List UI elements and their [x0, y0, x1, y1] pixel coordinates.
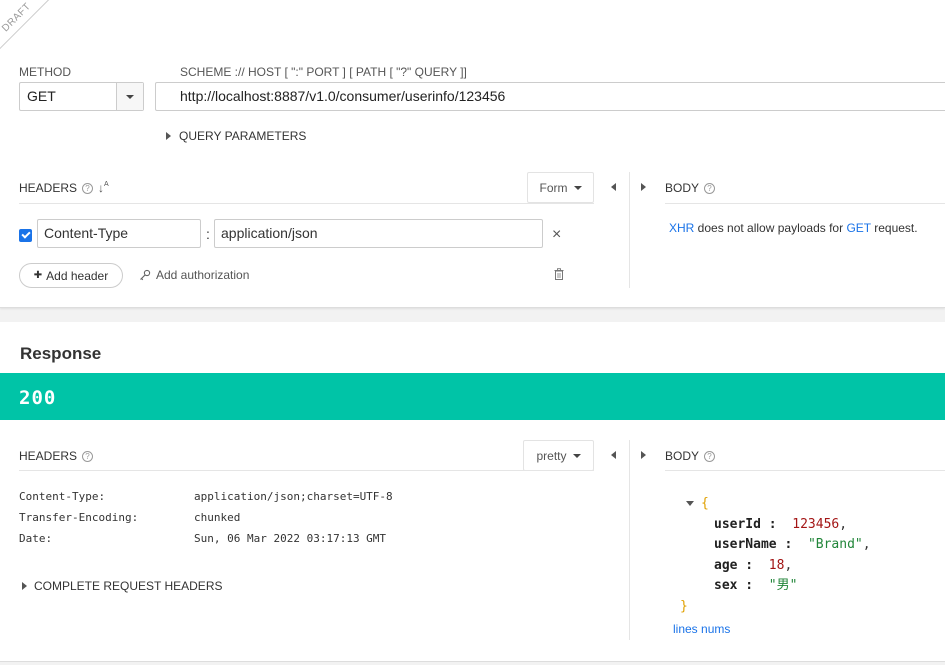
help-icon[interactable]: ?: [704, 450, 716, 462]
response-header-value: Sun, 06 Mar 2022 03:17:13 GMT: [194, 532, 387, 545]
json-value: 123456: [792, 516, 840, 532]
get-link[interactable]: GET: [846, 221, 870, 235]
add-header-button[interactable]: ✚ Add header: [19, 263, 123, 288]
help-icon[interactable]: ?: [82, 450, 94, 462]
request-body-title: BODY ?: [665, 181, 716, 195]
json-key: sex: [714, 578, 738, 593]
expand-arrow-icon: [166, 132, 171, 140]
json-key: age: [714, 557, 738, 573]
body-label: BODY: [665, 449, 700, 463]
headers-editor-mode-select[interactable]: Form: [527, 172, 594, 203]
panel-splitter[interactable]: [629, 440, 630, 640]
json-field: userName : "Brand",: [714, 537, 871, 552]
json-value: 18: [768, 557, 785, 573]
json-comma: ,: [784, 557, 793, 573]
note-end: request.: [870, 221, 918, 235]
json-open-line: {: [686, 494, 871, 515]
plus-icon: ✚: [33, 270, 43, 281]
collapse-right-icon[interactable]: [641, 183, 646, 191]
collapse-right-icon[interactable]: [641, 451, 646, 459]
header-name-input[interactable]: Content-Type: [37, 219, 201, 248]
query-parameters-toggle[interactable]: QUERY PARAMETERS: [166, 129, 306, 143]
response-title: Response: [20, 344, 102, 363]
response-panel: Response 200 HEADERS ? pretty Content-Ty…: [0, 322, 945, 662]
url-label: SCHEME :// HOST [ ":" PORT ] [ PATH [ "?…: [180, 65, 467, 79]
json-value: "Brand": [807, 537, 863, 552]
sort-az: A: [104, 181, 109, 188]
response-header-name: Transfer-Encoding:: [19, 511, 139, 524]
caret-down-icon: [573, 185, 582, 190]
request-panel: DRAFT METHOD GET SCHEME :// HOST [ ":" P…: [0, 0, 945, 308]
json-brace: }: [680, 598, 688, 614]
headers-label: HEADERS: [19, 181, 78, 195]
headers-label: HEADERS: [19, 449, 78, 463]
divider: [19, 203, 594, 204]
body-unavailable-note: XHR does not allow payloads for GET requ…: [669, 221, 918, 235]
header-value-input[interactable]: application/json: [214, 219, 543, 248]
key-icon: [140, 269, 151, 281]
query-parameters-label: QUERY PARAMETERS: [179, 129, 307, 143]
json-brace: {: [701, 496, 709, 511]
collapse-left-icon[interactable]: [611, 183, 616, 191]
method-select[interactable]: GET: [19, 82, 144, 111]
caret-down-icon: [126, 94, 134, 99]
request-headers-title: HEADERS ? ↓ A: [19, 181, 109, 195]
json-key: userName: [714, 537, 777, 552]
add-header-label: Add header: [46, 268, 109, 283]
trash-icon[interactable]: [554, 268, 564, 280]
sort-icon[interactable]: ↓ A: [98, 181, 109, 195]
json-close-line: }: [680, 597, 871, 618]
divider: [19, 470, 594, 471]
response-header-name: Date:: [19, 532, 53, 545]
json-field: userId : 123456,: [714, 516, 848, 532]
lines-nums-toggle[interactable]: lines nums: [673, 622, 730, 636]
header-separator: :: [206, 226, 210, 242]
note-text: does not allow payloads for: [694, 221, 847, 235]
help-icon[interactable]: ?: [704, 182, 716, 194]
form-label: Form: [539, 180, 568, 195]
json-comma: ,: [862, 537, 871, 552]
complete-request-headers-toggle[interactable]: COMPLETE REQUEST HEADERS: [22, 579, 222, 593]
add-authorization-button[interactable]: Add authorization: [139, 268, 249, 282]
help-icon[interactable]: ?: [82, 182, 94, 194]
status-bar: 200: [0, 373, 945, 420]
caret-down-icon: [572, 453, 581, 458]
response-header-value: chunked: [194, 511, 241, 524]
response-headers-title: HEADERS ?: [19, 449, 94, 463]
method-value: GET: [27, 88, 56, 104]
pretty-label: pretty: [536, 448, 567, 463]
collapse-left-icon[interactable]: [611, 451, 616, 459]
divider: [665, 470, 945, 471]
divider: [665, 203, 945, 204]
response-header-name: Content-Type:: [19, 490, 106, 503]
json-field: sex : "男": [714, 578, 798, 593]
complete-request-headers-label: COMPLETE REQUEST HEADERS: [34, 579, 223, 593]
response-header-value: application/json;charset=UTF-8: [194, 490, 393, 503]
remove-header-button[interactable]: ×: [552, 226, 561, 244]
header-enabled-checkbox[interactable]: [19, 229, 32, 242]
json-field: age : 18,: [714, 557, 793, 573]
method-dropdown-button[interactable]: [116, 83, 143, 110]
json-value: "男": [768, 578, 798, 593]
status-code: 200: [19, 387, 57, 409]
method-label: METHOD: [19, 65, 71, 79]
add-authorization-label: Add authorization: [156, 268, 250, 282]
expand-arrow-icon: [22, 582, 27, 590]
collapse-json-icon[interactable]: [686, 501, 694, 506]
draft-ribbon: DRAFT: [0, 0, 56, 57]
panel-splitter[interactable]: [629, 172, 630, 288]
url-input[interactable]: http://localhost:8887/v1.0/consumer/user…: [155, 82, 945, 111]
headers-format-select[interactable]: pretty: [523, 440, 594, 471]
body-label: BODY: [665, 181, 700, 195]
json-key: userId: [714, 516, 761, 532]
json-comma: ,: [839, 516, 848, 532]
response-body-title: BODY ?: [665, 449, 716, 463]
json-viewer: { userId : 123456, userName : "Brand", a…: [680, 494, 871, 617]
xhr-link[interactable]: XHR: [669, 221, 694, 235]
